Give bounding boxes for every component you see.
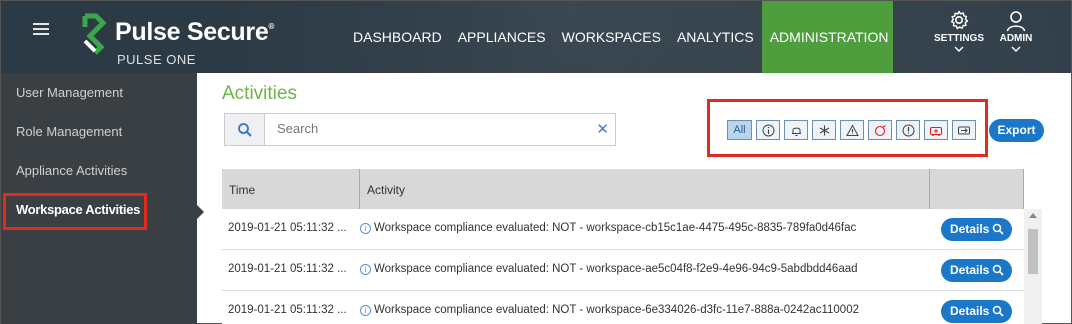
filter-emergency-button[interactable] xyxy=(924,120,948,140)
bell-icon xyxy=(791,127,801,136)
sidebar-item-appliance-activities[interactable]: Appliance Activities xyxy=(1,151,197,190)
user-icon xyxy=(1006,11,1026,32)
cell-actions: Details xyxy=(930,291,1024,324)
table-row: 2019-01-21 05:11:32 ... i Workspace compl… xyxy=(222,291,1024,324)
search-icon xyxy=(992,264,1004,276)
nav-dashboard[interactable]: DASHBOARD xyxy=(345,1,450,73)
activity-filter-group: All xyxy=(727,120,980,140)
brand-name: Pulse Secure® xyxy=(115,18,275,46)
filter-critical-button[interactable] xyxy=(896,120,920,140)
export-button[interactable]: Export xyxy=(989,119,1044,142)
search-icon xyxy=(238,123,252,137)
sidebar-item-workspace-activities[interactable]: Workspace Activities xyxy=(1,190,197,229)
chevron-down-icon xyxy=(1011,46,1021,52)
pulse-secure-logo-icon xyxy=(82,13,107,55)
page-title: Activities xyxy=(222,83,297,104)
filter-migration-button[interactable] xyxy=(952,120,976,140)
search-button[interactable] xyxy=(225,114,265,145)
product-name: PULSE ONE xyxy=(117,52,196,67)
info-icon: i xyxy=(360,305,371,316)
column-header-activity[interactable]: Activity xyxy=(360,169,930,209)
search-icon xyxy=(992,305,1004,317)
cell-actions: Details xyxy=(930,250,1024,290)
nav-appliances[interactable]: APPLIANCES xyxy=(450,1,554,73)
cell-time: 2019-01-21 05:11:32 ... xyxy=(228,304,347,316)
search-input[interactable] xyxy=(277,121,577,136)
scroll-thumb[interactable] xyxy=(1028,229,1038,274)
table-scrollbar[interactable] xyxy=(1024,209,1042,324)
filter-warning-button[interactable] xyxy=(840,120,864,140)
gear-icon xyxy=(950,10,969,30)
scroll-up-arrow[interactable] xyxy=(1029,213,1037,218)
hamburger-menu-icon[interactable] xyxy=(33,23,49,37)
asterisk-icon xyxy=(819,125,829,135)
cell-activity: i Workspace compliance evaluated: NOT - w… xyxy=(360,250,930,290)
cell-actions: Details xyxy=(930,209,1024,249)
filter-all-button[interactable]: All xyxy=(727,120,752,140)
details-button[interactable]: Details xyxy=(941,300,1012,323)
details-button[interactable]: Details xyxy=(941,218,1012,241)
settings-label: SETTINGS xyxy=(933,33,984,44)
top-navigation-bar: Pulse Secure® PULSE ONE DASHBOARD APPLIA… xyxy=(1,1,1071,73)
sidebar: User Management Role Management Applianc… xyxy=(1,73,197,324)
warning-icon xyxy=(845,123,859,136)
nav-administration[interactable]: ADMINISTRATION xyxy=(761,1,893,73)
info-icon: i xyxy=(360,264,371,275)
main-nav: DASHBOARD APPLIANCES WORKSPACES ANALYTIC… xyxy=(345,1,893,73)
search-box: ✕ xyxy=(224,113,616,146)
ambulance-icon xyxy=(929,126,943,136)
cell-activity: i Workspace compliance evaluated: NOT - w… xyxy=(360,291,930,324)
filter-info-button[interactable] xyxy=(756,120,780,140)
activities-table: Time Activity 2019-01-21 05:11:32 ... iW… xyxy=(222,169,1024,324)
filter-notification-button[interactable] xyxy=(784,120,808,140)
search-icon xyxy=(992,223,1004,235)
sidebar-item-role-management[interactable]: Role Management xyxy=(1,112,197,151)
column-header-actions xyxy=(930,169,1024,209)
filter-error-button[interactable] xyxy=(868,120,892,140)
filter-debug-button[interactable] xyxy=(812,120,836,140)
cell-time: 2019-01-21 05:11:32 ... xyxy=(228,263,347,275)
sidebar-item-user-management[interactable]: User Management xyxy=(1,73,197,112)
info-icon xyxy=(762,124,774,136)
details-button[interactable]: Details xyxy=(941,259,1012,282)
cell-time: 2019-01-21 05:11:32 ... xyxy=(228,222,347,234)
table-row: 2019-01-21 05:11:32 ... i Workspace compl… xyxy=(222,209,1024,250)
table-header: Time Activity xyxy=(222,169,1024,209)
migrate-icon xyxy=(958,126,970,134)
admin-menu[interactable]: ADMIN xyxy=(986,9,1046,52)
critical-icon xyxy=(902,124,914,136)
main-content: Activities ✕ All xyxy=(197,73,1071,324)
admin-label: ADMIN xyxy=(999,33,1033,44)
nav-workspaces[interactable]: WORKSPACES xyxy=(554,1,669,73)
settings-menu[interactable]: SETTINGS xyxy=(929,9,989,52)
info-icon: i xyxy=(360,223,371,234)
cell-activity: i Workspace compliance evaluated: NOT - w… xyxy=(360,209,930,249)
nav-analytics[interactable]: ANALYTICS xyxy=(669,1,762,73)
table-row: 2019-01-21 05:11:32 ... i Workspace compl… xyxy=(222,250,1024,291)
chevron-down-icon xyxy=(954,46,964,52)
alarm-icon xyxy=(874,124,886,136)
clear-search-icon[interactable]: ✕ xyxy=(596,120,609,138)
column-header-time[interactable]: Time xyxy=(222,169,360,209)
